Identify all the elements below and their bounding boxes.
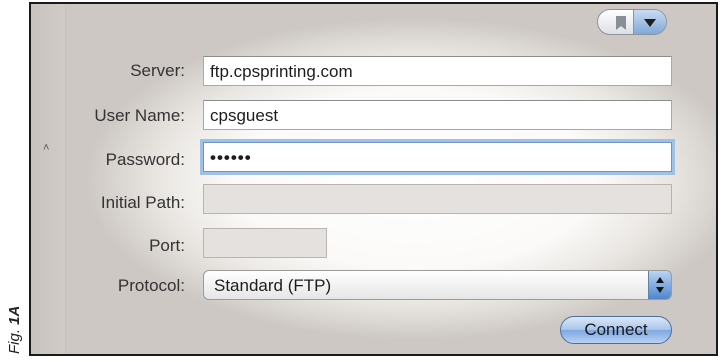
server-field[interactable]: ftp.cpsprinting.com	[203, 56, 672, 86]
protocol-select[interactable]: Standard (FTP)	[203, 270, 672, 300]
figure-caption: Fig. 1A	[2, 300, 26, 356]
bookmark-menu-button[interactable]	[597, 9, 667, 35]
chevron-down-icon[interactable]	[633, 10, 666, 34]
password-value: ••••••	[210, 148, 252, 167]
bookmark-icon	[616, 16, 626, 30]
password-field[interactable]: ••••••	[203, 142, 672, 172]
username-field[interactable]: cpsguest	[203, 100, 672, 130]
password-label: Password:	[105, 150, 185, 169]
connect-button[interactable]: Connect	[560, 316, 672, 344]
select-stepper-icon[interactable]	[648, 271, 671, 299]
initial-path-field[interactable]	[203, 184, 672, 214]
initial-path-label: Initial Path:	[100, 193, 185, 212]
protocol-label: Protocol:	[117, 276, 185, 295]
figure-caption-text: Fig. 1A	[6, 306, 23, 354]
sidebar-strip: ˄	[31, 4, 66, 354]
protocol-value: Standard (FTP)	[214, 276, 332, 295]
connection-dialog: ˄ Server: ftp.cpsprinting.com User Name:…	[29, 2, 718, 356]
port-field[interactable]	[203, 228, 327, 258]
port-label: Port:	[149, 236, 185, 255]
chevron-up-icon[interactable]: ˄	[43, 142, 49, 154]
figure-page: Fig. 1A ˄ Server: ftp.cpsprinting.com Us…	[0, 0, 722, 362]
server-label: Server:	[130, 61, 185, 80]
username-label: User Name:	[94, 106, 185, 125]
figure-caption-prefix: Fig.	[6, 324, 23, 354]
figure-caption-number: 1A	[6, 305, 23, 325]
